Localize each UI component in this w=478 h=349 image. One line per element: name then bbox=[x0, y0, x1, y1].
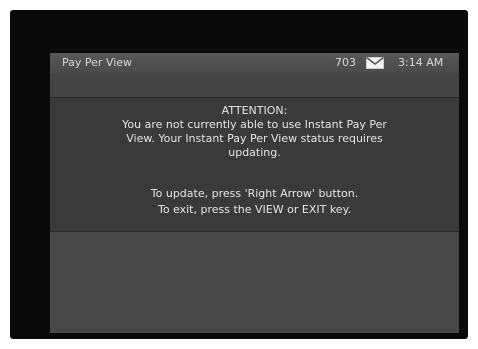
attention-body: You are not currently able to use Instan… bbox=[56, 118, 453, 160]
update-instruction: To update, press 'Right Arrow' button. bbox=[150, 187, 359, 200]
tv-screen: Pay Per View 703 3:14 AM ATTENTION: You … bbox=[10, 10, 468, 339]
channel-number: 703 bbox=[335, 56, 356, 69]
instructions: To update, press 'Right Arrow' button. T… bbox=[50, 186, 459, 218]
body-line: View. Your Instant Pay Per View status r… bbox=[126, 132, 383, 145]
attention-heading: ATTENTION: bbox=[221, 104, 288, 117]
body-line: You are not currently able to use Instan… bbox=[122, 118, 387, 131]
empty-content-area bbox=[50, 232, 459, 333]
pay-per-view-panel: Pay Per View 703 3:14 AM ATTENTION: You … bbox=[50, 53, 459, 333]
attention-message-box: ATTENTION: You are not currently able to… bbox=[50, 97, 459, 232]
header-bar: Pay Per View 703 3:14 AM bbox=[50, 53, 459, 73]
mail-envelope-icon bbox=[366, 57, 384, 69]
clock-time: 3:14 AM bbox=[398, 56, 444, 69]
page-title: Pay Per View bbox=[62, 56, 133, 69]
exit-instruction: To exit, press the VIEW or EXIT key. bbox=[157, 203, 352, 216]
body-line: updating. bbox=[228, 146, 281, 159]
